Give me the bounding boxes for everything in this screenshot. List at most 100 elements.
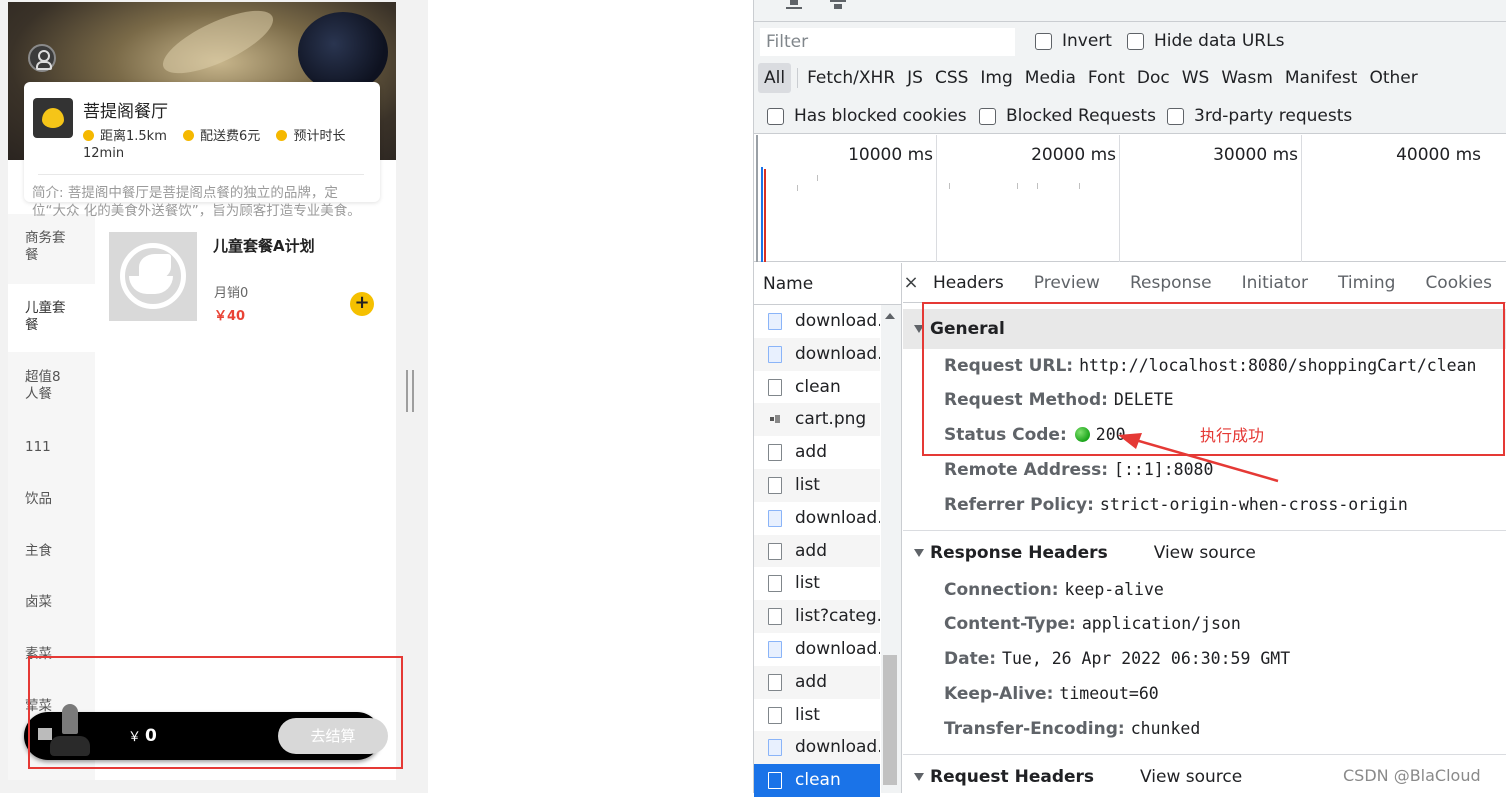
money-bag-icon	[183, 130, 195, 141]
panel-resize-handle[interactable]	[405, 370, 415, 412]
section-divider	[903, 530, 1506, 531]
request-headers-title: Request Headers	[930, 767, 1095, 787]
document-icon	[768, 444, 782, 462]
timeline-request-tick	[797, 185, 798, 191]
request-row[interactable]: add	[754, 534, 880, 568]
category-item-active[interactable]: 儿童套餐	[8, 284, 95, 352]
type-filter-other[interactable]: Other	[1363, 63, 1423, 93]
third-party-requests-checkbox[interactable]: 3rd-party requests	[1167, 106, 1352, 126]
timeline-label: 40000 ms	[1396, 145, 1481, 165]
type-filter-font[interactable]: Font	[1082, 63, 1131, 93]
request-row[interactable]: list	[754, 567, 880, 600]
type-filter-css[interactable]: CSS	[929, 63, 974, 93]
response-headers-section-header[interactable]: Response Headers View source	[903, 533, 1506, 573]
request-row[interactable]: add	[754, 665, 880, 699]
filter-input[interactable]	[760, 28, 1015, 56]
header-key: Connection:	[944, 580, 1059, 600]
blocked-requests-checkbox[interactable]: Blocked Requests	[979, 106, 1156, 126]
request-row[interactable]: clean	[754, 371, 880, 404]
user-avatar-icon[interactable]	[28, 44, 56, 72]
product-image-placeholder	[109, 232, 197, 321]
close-icon[interactable]: ×	[903, 272, 919, 293]
banner-blueberry-shape	[298, 12, 388, 92]
resource-type-filters: All Fetch/XHR JS CSS Img Media Font Doc …	[758, 62, 1424, 94]
category-item[interactable]: 超值8 人餐	[8, 369, 95, 403]
timeline-dcl-marker	[761, 167, 763, 262]
category-item[interactable]: 卤菜	[8, 594, 95, 611]
type-filter-ws[interactable]: WS	[1176, 63, 1216, 93]
tab-response[interactable]: Response	[1115, 273, 1227, 293]
export-har-icon[interactable]	[830, 0, 846, 9]
category-item[interactable]: 饮品	[8, 491, 95, 508]
filter-bar: Invert Hide data URLs All Fetch/XHR JS C…	[754, 22, 1506, 134]
type-filter-js[interactable]: JS	[901, 63, 929, 93]
request-name: clean	[795, 770, 841, 791]
document-icon	[768, 706, 782, 724]
has-blocked-cookies-checkbox[interactable]: Has blocked cookies	[767, 106, 967, 126]
tab-initiator[interactable]: Initiator	[1227, 273, 1323, 293]
has-blocked-cookies-label: Has blocked cookies	[794, 106, 967, 126]
collapse-triangle-icon	[914, 773, 924, 781]
hide-data-urls-checkbox[interactable]: Hide data URLs	[1127, 31, 1284, 51]
tab-preview[interactable]: Preview	[1019, 273, 1115, 293]
scroll-up-arrow-icon[interactable]	[885, 313, 895, 319]
category-item[interactable]: 商务套餐	[8, 230, 95, 264]
request-name: list	[795, 704, 820, 725]
request-list: Name download. download. clean cart.png add l…	[754, 263, 902, 797]
view-source-link[interactable]: View source	[1154, 543, 1256, 563]
view-source-link[interactable]: View source	[1140, 767, 1242, 787]
shop-estimated-time: 12min	[83, 146, 125, 161]
type-filter-img[interactable]: Img	[974, 63, 1018, 93]
network-overview-timeline[interactable]: 10000 ms 20000 ms 30000 ms 40000 ms	[754, 135, 1506, 262]
type-filter-wasm[interactable]: Wasm	[1215, 63, 1279, 93]
content-type-row: Content-Type: application/json	[944, 614, 1241, 634]
name-column-header[interactable]: Name	[754, 263, 902, 305]
type-filter-fetch-xhr[interactable]: Fetch/XHR	[801, 63, 901, 93]
request-row[interactable]: download.	[754, 337, 880, 371]
type-filter-all[interactable]: All	[758, 63, 792, 93]
image-file-icon	[768, 641, 782, 658]
request-row[interactable]: download.	[754, 502, 880, 535]
request-name: download.	[795, 737, 880, 758]
request-row[interactable]: cart.png	[754, 403, 880, 437]
type-filter-media[interactable]: Media	[1019, 63, 1082, 93]
import-har-icon[interactable]	[786, 0, 802, 10]
invert-checkbox[interactable]: Invert	[1035, 31, 1112, 51]
scrollbar-thumb[interactable]	[883, 655, 897, 785]
type-filter-separator	[797, 68, 799, 88]
clock-icon	[83, 130, 94, 141]
timeline-label: 20000 ms	[1031, 145, 1116, 165]
request-row-selected[interactable]: clean	[754, 764, 880, 797]
document-icon	[768, 772, 782, 790]
request-row[interactable]: download.	[754, 731, 880, 765]
request-list-scrollbar[interactable]	[881, 305, 901, 793]
tab-timing[interactable]: Timing	[1323, 273, 1410, 293]
section-divider	[903, 754, 1506, 755]
product-sales: 月销0	[214, 286, 249, 301]
category-item[interactable]: 111	[8, 439, 95, 456]
header-value: keep-alive	[1064, 580, 1164, 599]
detail-tabs: × Headers Preview Response Initiator Tim…	[903, 263, 1506, 303]
request-row[interactable]: download.	[754, 633, 880, 666]
annotation-highlight-box-cart	[28, 656, 403, 769]
type-filter-doc[interactable]: Doc	[1131, 63, 1176, 93]
header-key: Remote Address:	[944, 460, 1109, 480]
header-key: Date:	[944, 649, 997, 669]
request-row[interactable]: download.	[754, 305, 880, 338]
tab-cookies[interactable]: Cookies	[1410, 273, 1506, 293]
request-row[interactable]: add	[754, 436, 880, 469]
request-row[interactable]: list?categ..	[754, 600, 880, 633]
tab-headers[interactable]: Headers	[919, 273, 1019, 293]
add-to-cart-button[interactable]: +	[350, 292, 374, 316]
type-filter-manifest[interactable]: Manifest	[1279, 63, 1364, 93]
connection-row: Connection: keep-alive	[944, 580, 1164, 600]
shop-intro-text: 简介: 菩提阁中餐厅是菩提阁点餐的独立的品牌，定位“大众 化的美食外送餐饮”，旨…	[32, 185, 361, 219]
request-row[interactable]: list	[754, 469, 880, 502]
request-row[interactable]: list	[754, 699, 880, 732]
timeline-gridline	[1119, 135, 1120, 262]
image-file-icon	[768, 313, 782, 330]
third-party-requests-label: 3rd-party requests	[1194, 106, 1353, 126]
timeline-request-tick	[817, 175, 818, 181]
header-value: Tue, 26 Apr 2022 06:30:59 GMT	[1002, 649, 1291, 668]
category-item[interactable]: 主食	[8, 543, 95, 560]
